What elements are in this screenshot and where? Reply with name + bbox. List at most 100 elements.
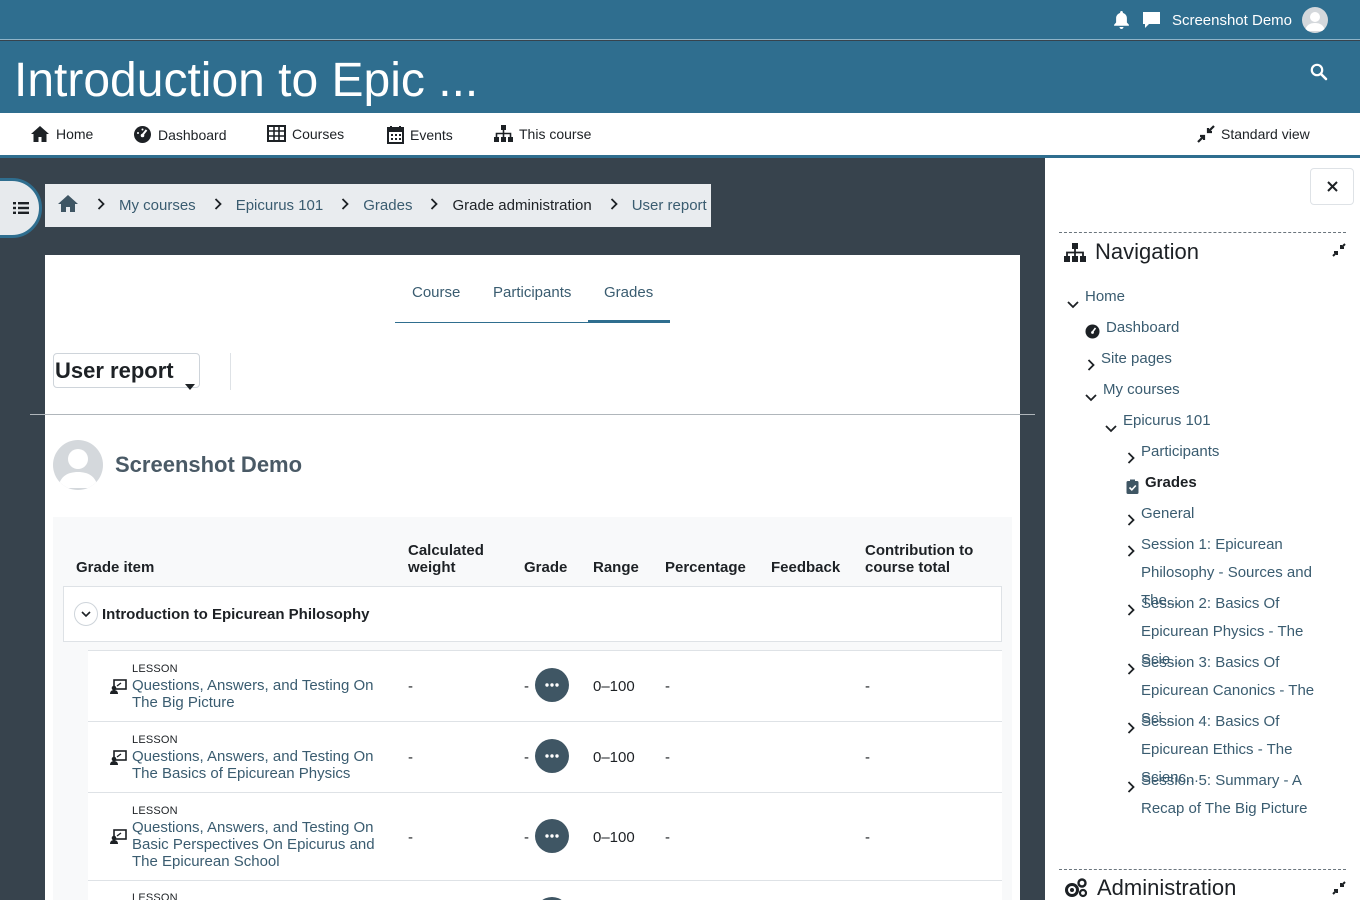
- percentage-cell: -: [665, 678, 670, 695]
- chevron-right-icon: [341, 197, 350, 214]
- item-name-line2[interactable]: The Basics of Epicurean Physics: [132, 765, 382, 782]
- column-header-grade: Grade: [524, 559, 568, 576]
- user-menu-area: Screenshot Demo: [1112, 7, 1328, 33]
- category-name: Introduction to Epicurean Philosophy: [102, 605, 370, 623]
- course-header: Introduction to Epic ...: [0, 41, 1360, 113]
- column-header-weight-line1: Calculated: [408, 542, 484, 559]
- table-row: LESSON Questions, Answers, and Testing O…: [88, 721, 1002, 792]
- item-name-line2[interactable]: Basic Perspectives On Epicurus and: [132, 836, 382, 853]
- administration-block-title: Administration: [1064, 875, 1236, 900]
- ellipsis-icon: [545, 683, 559, 687]
- percentage-cell: -: [665, 749, 670, 766]
- collapse-category-button[interactable]: [74, 602, 98, 626]
- item-type: LESSON: [132, 734, 178, 746]
- tab-grades[interactable]: Grades: [604, 284, 653, 301]
- contribution-cell: -: [865, 829, 870, 846]
- grade-table: Grade item Calculated weight Grade Range…: [53, 517, 1012, 900]
- table-row: LESSON: [88, 880, 1002, 900]
- bell-icon[interactable]: [1112, 10, 1132, 30]
- chevron-right-icon: [610, 197, 618, 214]
- nav-dashboard[interactable]: Dashboard: [133, 125, 227, 144]
- grade-cell: -: [524, 678, 529, 695]
- nav-tree-session-5[interactable]: Session 5: Summary - A Recap of The Big …: [1127, 767, 1341, 823]
- column-header-contribution-line1: Contribution to: [865, 542, 974, 559]
- weight-cell: -: [408, 829, 413, 846]
- grade-actions-button[interactable]: [535, 819, 569, 853]
- breadcrumb: My courses Epicurus 101 Grades Grade adm…: [45, 184, 711, 227]
- chevron-down-icon: [1085, 384, 1097, 412]
- grade-actions-button[interactable]: [535, 668, 569, 702]
- item-name-line2[interactable]: The Big Picture: [132, 694, 382, 711]
- chevron-down-icon: [81, 610, 91, 617]
- grade-cell: -: [524, 749, 529, 766]
- standard-view-label: Standard view: [1221, 126, 1310, 142]
- nav-tree-dashboard[interactable]: Dashboard: [1085, 314, 1179, 349]
- primary-navigation: Home Dashboard Courses Events This cours…: [0, 113, 1360, 158]
- collapse-block-icon[interactable]: [1332, 243, 1346, 262]
- item-name-line1[interactable]: Questions, Answers, and Testing On: [132, 677, 382, 694]
- breadcrumb-user-report[interactable]: User report: [632, 197, 707, 214]
- dashboard-icon: [134, 126, 151, 143]
- user-avatar[interactable]: [1302, 7, 1328, 33]
- breadcrumb-grades[interactable]: Grades: [363, 197, 412, 214]
- item-name-line3[interactable]: The Epicurean School: [132, 853, 382, 870]
- nav-courses[interactable]: Courses: [267, 125, 344, 142]
- user-heading: Screenshot Demo: [53, 440, 302, 490]
- nav-courses-label: Courses: [292, 125, 345, 142]
- search-icon[interactable]: [1310, 63, 1328, 86]
- nav-tree-participants-label: Participants: [1141, 443, 1220, 460]
- report-selector[interactable]: User report: [53, 353, 200, 390]
- nav-tree-course-label: Epicurus 101: [1123, 412, 1211, 429]
- caret-down-icon: [185, 370, 195, 396]
- breadcrumb-home-icon[interactable]: [57, 194, 79, 217]
- course-index-toggle[interactable]: [0, 178, 42, 238]
- nav-home[interactable]: Home: [30, 125, 93, 143]
- user-full-name: Screenshot Demo: [115, 452, 303, 477]
- lesson-icon: [110, 829, 127, 849]
- calendar-icon: [387, 126, 404, 144]
- chevron-right-icon: [214, 197, 222, 214]
- courses-icon: [267, 125, 286, 142]
- nav-this-course-label: This course: [519, 125, 592, 142]
- nav-events[interactable]: Events: [387, 125, 453, 144]
- item-name-line1[interactable]: Questions, Answers, and Testing On: [132, 819, 382, 836]
- range-cell: 0–100: [593, 829, 635, 846]
- breadcrumb-my-courses[interactable]: My courses: [119, 197, 196, 214]
- nav-tree-grades-label: Grades: [1145, 474, 1197, 491]
- nav-tree-grades[interactable]: Grades: [1126, 469, 1197, 504]
- column-header-grade-item: Grade item: [76, 559, 155, 576]
- tab-participants[interactable]: Participants: [493, 284, 571, 301]
- chevron-right-icon: [97, 197, 105, 214]
- course-title: Introduction to Epic ...: [14, 54, 479, 107]
- divider: [230, 353, 231, 390]
- tab-course[interactable]: Course: [412, 284, 460, 301]
- grade-cell: -: [524, 829, 529, 846]
- breadcrumb-course[interactable]: Epicurus 101: [236, 197, 324, 214]
- main-content: Course Participants Grades User report S…: [30, 255, 1035, 900]
- column-header-percentage: Percentage: [665, 559, 746, 576]
- nav-tree-session-5-label: Session 5: Summary - A Recap of The Big …: [1141, 772, 1308, 817]
- ellipsis-icon: [545, 754, 559, 758]
- weight-cell: -: [408, 678, 413, 695]
- navigation-block-title: Navigation: [1064, 239, 1199, 265]
- nav-home-label: Home: [56, 126, 94, 142]
- nav-tree-my-courses-label: My courses: [1103, 381, 1180, 398]
- item-name-line1[interactable]: Questions, Answers, and Testing On: [132, 748, 382, 765]
- contribution-cell: -: [865, 749, 870, 766]
- report-selector-value: User report: [55, 357, 174, 383]
- column-header-range: Range: [593, 559, 639, 576]
- standard-view-toggle[interactable]: Standard view: [1197, 125, 1310, 143]
- user-name-label[interactable]: Screenshot Demo: [1172, 12, 1292, 29]
- compress-icon: [1197, 125, 1215, 143]
- collapse-block-icon[interactable]: [1332, 881, 1346, 900]
- close-drawer-button[interactable]: [1310, 168, 1354, 205]
- nav-events-label: Events: [410, 126, 453, 143]
- column-header-weight-line2: weight: [408, 559, 456, 576]
- nav-this-course[interactable]: This course: [494, 125, 591, 142]
- divider: [30, 414, 1035, 415]
- item-type: LESSON: [132, 663, 178, 675]
- item-type: LESSON: [132, 892, 178, 900]
- message-icon[interactable]: [1142, 10, 1162, 30]
- grade-actions-button[interactable]: [535, 739, 569, 773]
- ellipsis-icon: [545, 834, 559, 838]
